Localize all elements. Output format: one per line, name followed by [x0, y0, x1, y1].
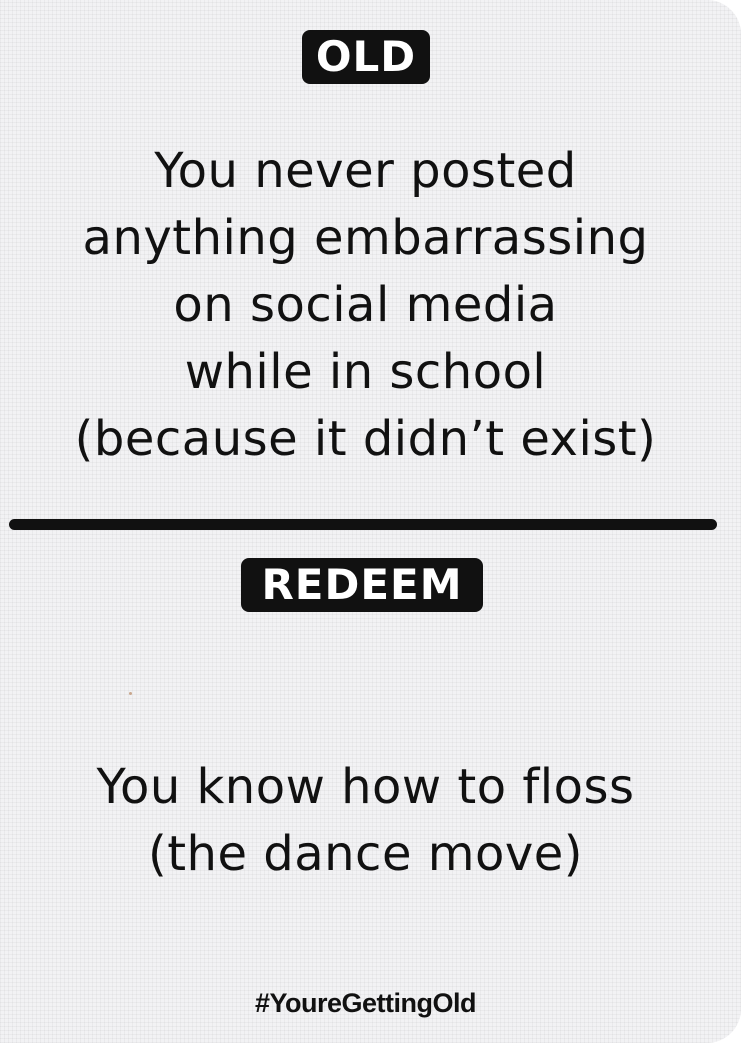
hashtag: #YoureGettingOld	[254, 988, 477, 1018]
redeem-statement-line: (the dance move)	[147, 826, 584, 882]
old-statement-line: anything embarrassing	[82, 210, 649, 266]
redeem-statement: You know how to floss (the dance move)	[10, 754, 721, 888]
old-statement-line: (because it didn’t exist)	[74, 411, 657, 467]
old-statement-line: on social media	[173, 277, 558, 333]
paper-speck	[129, 692, 132, 695]
redeem-badge: REDEEM	[241, 558, 483, 612]
old-badge: OLD	[302, 30, 430, 84]
section-divider	[9, 519, 717, 530]
old-statement: You never posted anything embarrassing o…	[10, 138, 721, 473]
old-statement-line: while in school	[184, 344, 547, 400]
old-statement-line: You never posted	[154, 143, 577, 199]
game-card: OLD You never posted anything embarrassi…	[0, 0, 741, 1043]
redeem-statement-line: You know how to floss	[96, 759, 635, 815]
